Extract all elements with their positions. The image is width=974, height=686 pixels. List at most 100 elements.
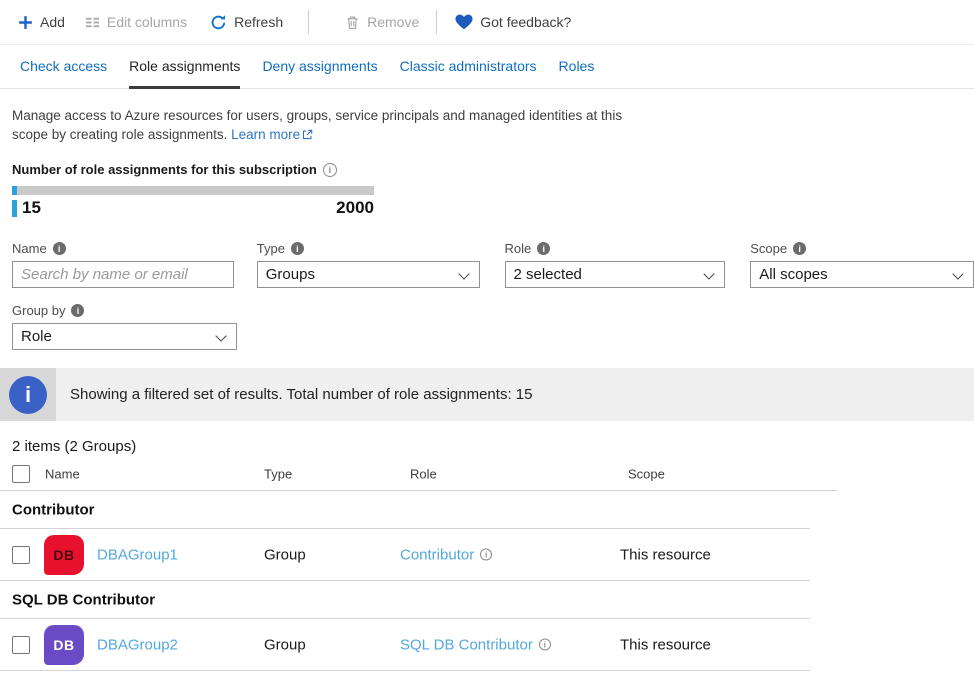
trash-icon: [345, 15, 360, 30]
row-role-cell: Contributor i: [400, 546, 492, 563]
role-assignments-page: Add Edit columns Refresh Remove Got feed…: [0, 0, 974, 686]
name-filter: Name i: [12, 241, 234, 288]
filter-row: Name i Type i Groups Role i: [12, 241, 974, 288]
role-link[interactable]: SQL DB Contributor: [400, 636, 533, 653]
group-name-link[interactable]: DBAGroup1: [97, 546, 178, 563]
scope-select[interactable]: All scopes: [750, 261, 974, 288]
name-filter-label-row: Name i: [12, 241, 234, 256]
info-glyph: i: [58, 244, 61, 254]
row-checkbox[interactable]: [12, 546, 30, 564]
quota-progress-fill: [12, 186, 17, 195]
table-header-row: Name Type Role Scope: [0, 458, 837, 491]
row-type-cell: Group: [264, 636, 306, 653]
row-type-cell: Group: [264, 546, 306, 563]
role-select-value: 2 selected: [514, 266, 582, 283]
info-icon[interactable]: i: [537, 242, 550, 255]
banner-message: Showing a filtered set of results. Total…: [56, 368, 532, 421]
group-name-link[interactable]: DBAGroup2: [97, 636, 178, 653]
info-glyph: i: [798, 244, 801, 254]
info-glyph: i: [485, 550, 487, 559]
column-header-role: Role: [410, 467, 437, 482]
group-header-label: Contributor: [12, 501, 94, 518]
info-glyph: i: [542, 244, 545, 254]
heart-icon: [455, 14, 473, 30]
info-glyph: i: [25, 382, 31, 408]
add-button[interactable]: Add: [18, 14, 65, 30]
info-icon[interactable]: i: [480, 549, 492, 561]
scope-select-value: All scopes: [759, 266, 827, 283]
feedback-label: Got feedback?: [480, 14, 571, 30]
group-by-select[interactable]: Role: [12, 323, 237, 350]
tab-deny-assignments[interactable]: Deny assignments: [262, 45, 377, 89]
scope-filter-label-row: Scope i: [750, 241, 974, 256]
name-search-input[interactable]: [12, 261, 234, 288]
tab-role-assignments[interactable]: Role assignments: [129, 45, 240, 89]
type-filter-label: Type: [257, 241, 285, 256]
remove-label: Remove: [367, 14, 419, 30]
avatar-initials: DB: [53, 637, 74, 653]
row-checkbox[interactable]: [12, 636, 30, 654]
role-filter: Role i 2 selected: [505, 241, 726, 288]
role-select[interactable]: 2 selected: [505, 261, 726, 288]
learn-more-link[interactable]: Learn more: [231, 127, 300, 142]
banner-icon-cell: i: [0, 368, 56, 421]
group-by-filter: Group by i Role: [12, 303, 237, 350]
info-icon[interactable]: i: [53, 242, 66, 255]
main-content: Manage access to Azure resources for use…: [0, 106, 974, 350]
chevron-down-icon: [704, 268, 715, 279]
type-select[interactable]: Groups: [257, 261, 480, 288]
info-glyph: i: [329, 165, 332, 175]
command-bar: Add Edit columns Refresh Remove Got feed…: [0, 0, 974, 45]
column-header-scope: Scope: [628, 467, 665, 482]
edit-columns-button[interactable]: Edit columns: [85, 14, 187, 30]
quota-current-marker: [12, 200, 17, 217]
column-header-name: Name: [45, 467, 80, 482]
quota-progress-bar: [12, 186, 374, 195]
table-row[interactable]: DB DBAGroup2 Group SQL DB Contributor i …: [0, 619, 810, 671]
name-filter-label: Name: [12, 241, 47, 256]
select-all-checkbox[interactable]: [12, 465, 30, 483]
refresh-icon: [210, 14, 227, 31]
quota-title: Number of role assignments for this subs…: [12, 162, 317, 177]
quota-current-wrap: 15: [12, 198, 41, 218]
info-glyph: i: [544, 640, 546, 649]
group-avatar: DB: [44, 625, 84, 665]
chevron-down-icon: [215, 330, 226, 341]
row-scope-cell: This resource: [620, 546, 711, 563]
tab-classic-administrators[interactable]: Classic administrators: [400, 45, 537, 89]
group-by-label-row: Group by i: [12, 303, 237, 318]
group-header-label: SQL DB Contributor: [12, 591, 155, 608]
info-banner: i Showing a filtered set of results. Tot…: [0, 368, 974, 421]
learn-more-label: Learn more: [231, 127, 300, 142]
group-by-label: Group by: [12, 303, 65, 318]
quota-title-row: Number of role assignments for this subs…: [12, 162, 974, 177]
type-select-value: Groups: [266, 266, 315, 283]
info-icon[interactable]: i: [323, 163, 337, 177]
remove-button[interactable]: Remove: [345, 14, 419, 30]
type-filter-label-row: Type i: [257, 241, 480, 256]
info-icon[interactable]: i: [71, 304, 84, 317]
info-icon[interactable]: i: [291, 242, 304, 255]
info-icon[interactable]: i: [539, 639, 551, 651]
info-circle-icon: i: [9, 376, 47, 414]
role-filter-label-row: Role i: [505, 241, 726, 256]
role-link[interactable]: Contributor: [400, 546, 474, 563]
quota-labels: 15 2000: [12, 198, 374, 218]
table-row[interactable]: DB DBAGroup1 Group Contributor i This re…: [0, 529, 810, 581]
tab-label: Role assignments: [129, 58, 240, 74]
feedback-button[interactable]: Got feedback?: [455, 14, 571, 30]
add-button-label: Add: [40, 14, 65, 30]
info-icon[interactable]: i: [793, 242, 806, 255]
page-description: Manage access to Azure resources for use…: [12, 106, 660, 145]
tab-roles[interactable]: Roles: [559, 45, 595, 89]
group-header-contributor: Contributor: [0, 491, 810, 529]
chevron-down-icon: [952, 268, 963, 279]
info-glyph: i: [77, 306, 80, 316]
plus-icon: [18, 15, 33, 30]
tab-label: Check access: [20, 58, 107, 74]
external-link-icon: [302, 126, 313, 145]
tab-check-access[interactable]: Check access: [20, 45, 107, 89]
column-header-type: Type: [264, 467, 292, 482]
group-by-select-value: Role: [21, 328, 52, 345]
refresh-button[interactable]: Refresh: [210, 14, 283, 31]
